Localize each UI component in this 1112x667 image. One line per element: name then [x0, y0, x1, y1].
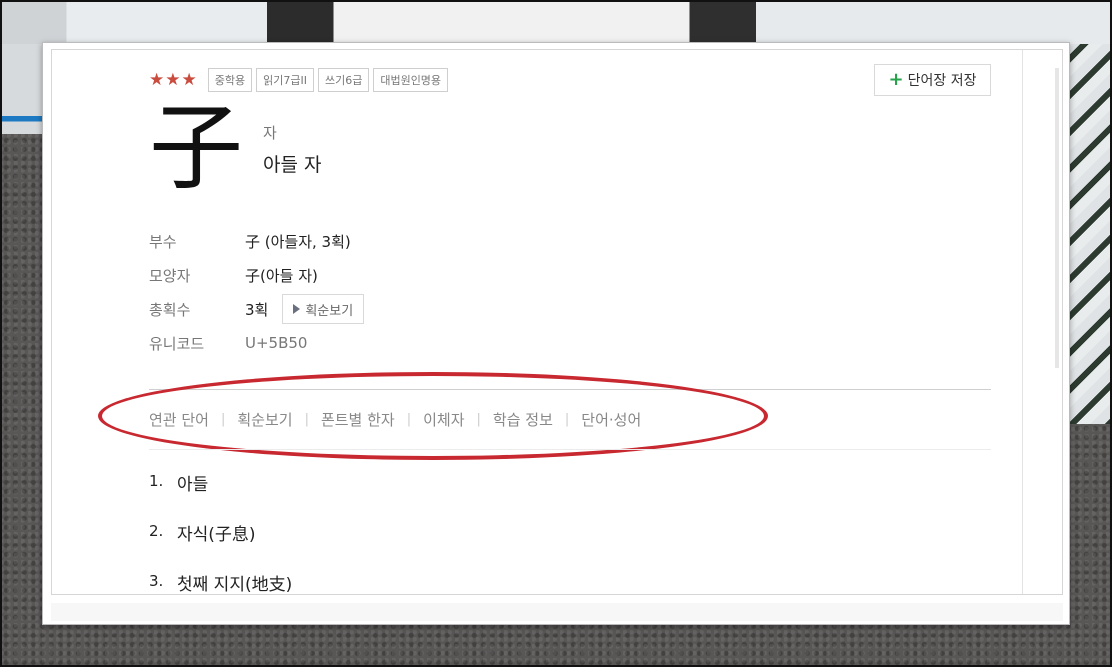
background-object — [0, 0, 1112, 44]
play-icon — [293, 304, 301, 314]
save-to-wordbook-label: 단어장 저장 — [907, 73, 977, 89]
tag-middle-school: 중학용 — [207, 68, 253, 92]
definition-item: 2. 자식(子息) — [149, 520, 292, 570]
definition-number: 1. — [149, 472, 164, 490]
stroke-order-label: 획순보기 — [305, 303, 354, 319]
plus-icon: + — [888, 69, 904, 90]
background-object-right — [1066, 44, 1112, 424]
save-to-wordbook-button[interactable]: + 단어장 저장 — [874, 64, 991, 96]
info-row-shape: 모양자 子(아들 자) — [149, 258, 364, 292]
background-object-left — [0, 44, 42, 134]
info-table: 부수 子 (아들자, 3획) 모양자 子(아들 자) 총획수 3획 획순보기 유… — [149, 224, 365, 360]
info-row-unicode: 유니코드 U+5B50 — [149, 326, 364, 360]
content-gutter — [1022, 50, 1023, 594]
tag-reading-level: 읽기7급II — [256, 68, 314, 92]
highlight-annotation — [98, 372, 768, 460]
level-tags-row: ★★★ 중학용 읽기7급II 쓰기6급 대법원인명용 — [149, 68, 449, 92]
definition-item: 1. 아들 — [149, 470, 292, 520]
radical-label: 부수 — [149, 232, 177, 251]
definition-list: 1. 아들 2. 자식(子息) 3. 첫째 지지(地支) — [149, 470, 293, 595]
radical-value: 子 (아들자, 3획) — [245, 232, 351, 251]
definition-text: 첫째 지지(地支) — [177, 575, 293, 595]
strokes-label: 총획수 — [149, 300, 191, 319]
info-row-radical: 부수 子 (아들자, 3획) — [149, 224, 364, 258]
rating-stars: ★★★ — [149, 70, 198, 90]
hanja-meaning: 아들 자 — [263, 154, 322, 176]
unicode-label: 유니코드 — [149, 334, 205, 353]
definition-number: 3. — [149, 572, 164, 590]
definition-text: 자식(子息) — [177, 525, 256, 545]
section-divider-bottom — [149, 449, 991, 450]
shape-value: 子(아들 자) — [245, 266, 318, 285]
hanja-character: 子 — [149, 94, 244, 203]
tag-writing-level: 쓰기6급 — [317, 68, 370, 92]
unicode-value: U+5B50 — [245, 334, 308, 352]
stroke-order-button[interactable]: 획순보기 — [282, 294, 365, 324]
shape-label: 모양자 — [149, 266, 191, 285]
definition-text: 아들 — [177, 475, 209, 495]
tag-name-use: 대법원인명용 — [373, 68, 449, 92]
dictionary-content: ★★★ 중학용 읽기7급II 쓰기6급 대법원인명용 + 단어장 저장 子 자 … — [51, 49, 1063, 595]
definition-number: 2. — [149, 522, 164, 540]
dictionary-panel: ★★★ 중학용 읽기7급II 쓰기6급 대법원인명용 + 단어장 저장 子 자 … — [42, 42, 1070, 625]
hanja-reading: 자 — [263, 124, 277, 142]
info-row-strokes: 총획수 3획 획순보기 — [149, 292, 365, 326]
strokes-value: 3획 — [245, 300, 269, 319]
scrollbar[interactable] — [1055, 68, 1059, 368]
panel-footer — [51, 603, 1063, 621]
definition-item: 3. 첫째 지지(地支) — [149, 570, 293, 595]
